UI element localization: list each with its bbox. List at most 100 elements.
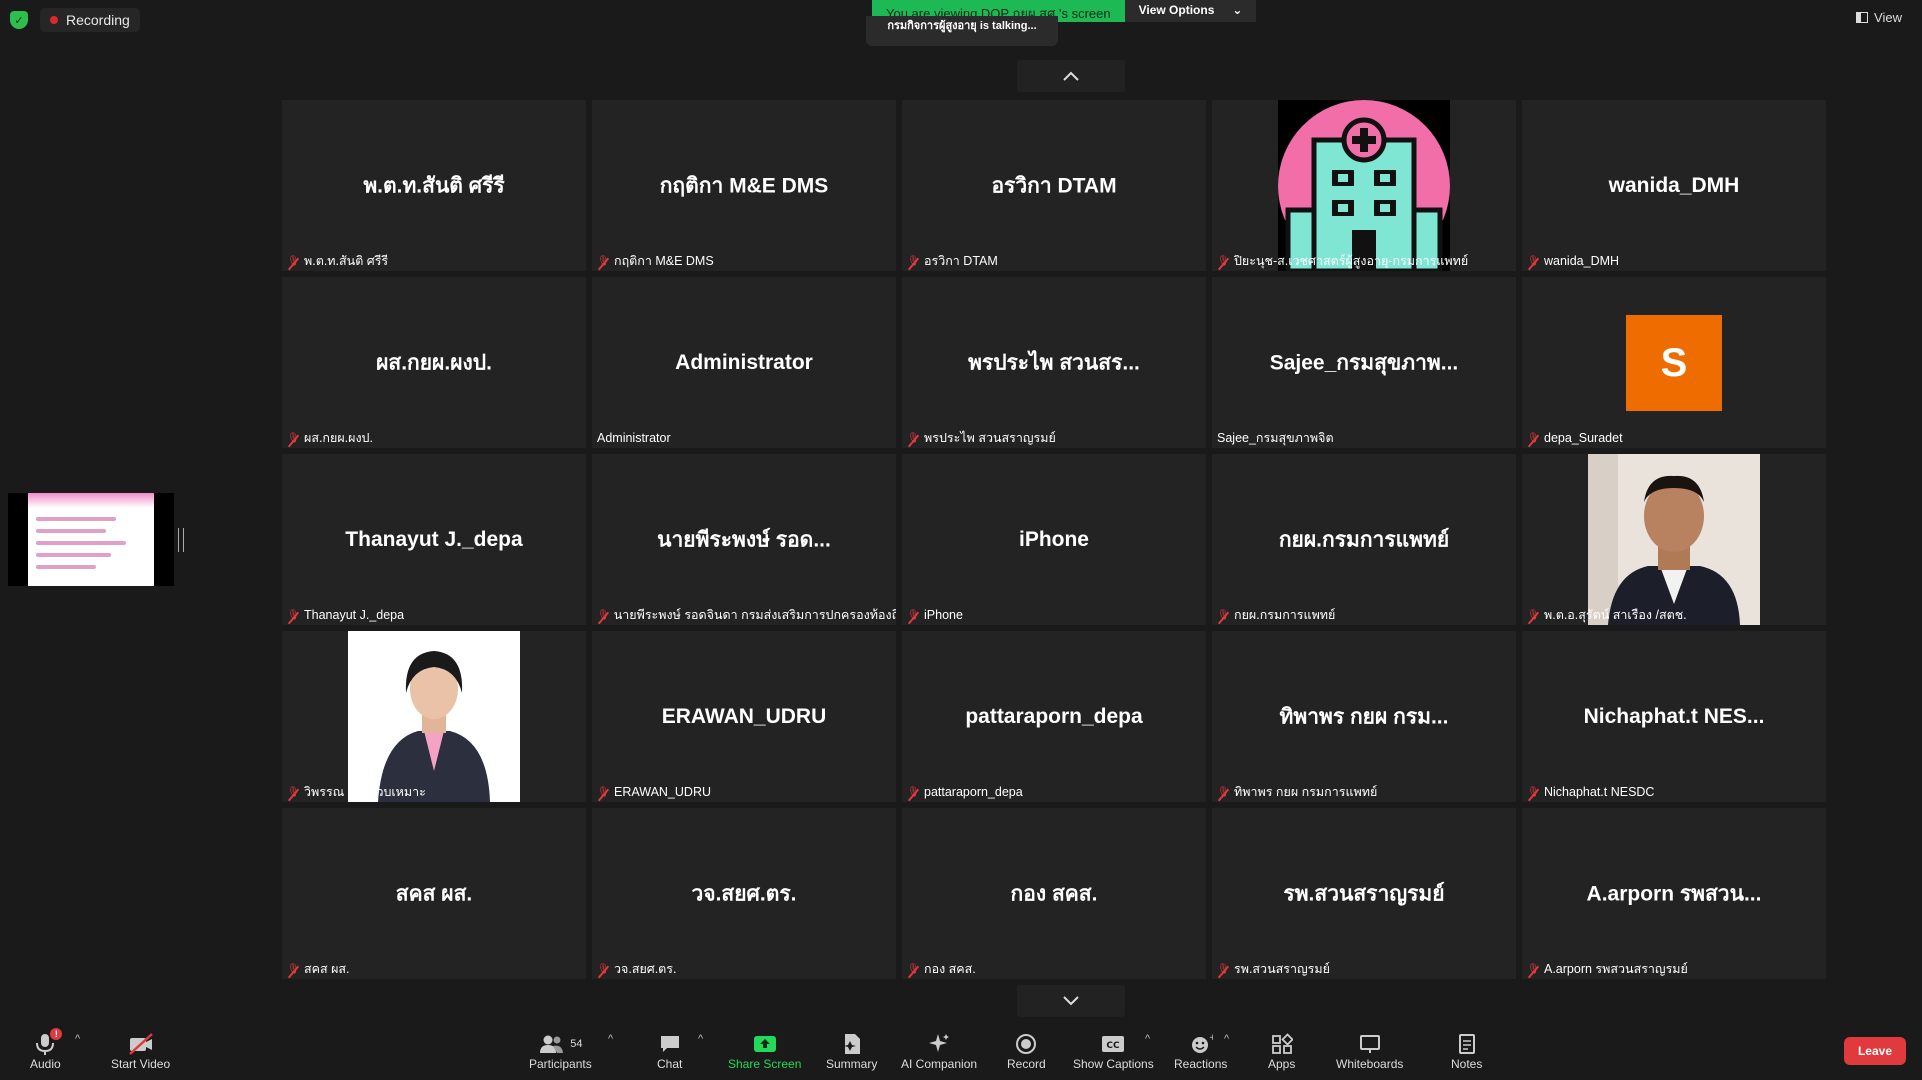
apps-icon xyxy=(1271,1031,1293,1057)
apps-button[interactable]: Apps xyxy=(1268,1031,1295,1071)
view-layout-icon xyxy=(1856,12,1869,23)
muted-microphone-icon: 🎙 xyxy=(1527,609,1540,621)
muted-microphone-icon: 🎙 xyxy=(597,255,610,267)
participant-tile[interactable]: Administrator Administrator xyxy=(592,277,896,448)
participant-tile[interactable]: กยผ.กรมการแพทย์ 🎙 กยผ.กรมการแพทย์ xyxy=(1212,454,1516,625)
participant-tile[interactable]: S 🎙 depa_Suradet xyxy=(1522,277,1826,448)
chevron-up-icon xyxy=(1063,71,1079,81)
participant-name-label: 🎙 Thanayut J._depa xyxy=(287,605,404,625)
participant-name-label: 🎙 wanida_DMH xyxy=(1527,251,1619,271)
participant-tile[interactable]: pattaraporn_depa 🎙 pattaraporn_depa xyxy=(902,631,1206,802)
participant-tile[interactable]: 🎙 พ.ต.อ.สุรัตน์ สาเรือง /สตช. xyxy=(1522,454,1826,625)
reactions-button[interactable]: + Reactions xyxy=(1174,1031,1227,1071)
participant-tile[interactable]: A.arporn รพสวน... 🎙 A.arporn รพสวนสราญรมย์ xyxy=(1522,808,1826,979)
participants-button[interactable]: 54 Participants xyxy=(529,1031,592,1071)
muted-microphone-icon: 🎙 xyxy=(907,963,920,975)
record-label: Record xyxy=(1007,1057,1046,1071)
view-button[interactable]: View xyxy=(1856,10,1902,25)
participants-options-caret[interactable]: ^ xyxy=(608,1033,613,1045)
reactions-options-caret[interactable]: ^ xyxy=(1224,1033,1229,1045)
summary-label: Summary xyxy=(826,1057,878,1071)
participant-tile[interactable]: Nichaphat.t NES... 🎙 Nichaphat.t NESDC xyxy=(1522,631,1826,802)
summary-button[interactable]: Summary xyxy=(826,1031,877,1071)
view-options-button[interactable]: View Options ⌄ xyxy=(1124,0,1257,22)
record-button[interactable]: Record xyxy=(1007,1031,1046,1071)
shared-screen-thumbnail[interactable] xyxy=(8,493,174,586)
participant-label-text: สคส ผส. xyxy=(304,962,350,976)
muted-microphone-icon: 🎙 xyxy=(597,786,610,798)
security-shield-icon[interactable]: ✓ xyxy=(10,11,28,29)
participant-name-label: 🎙 A.arporn รพสวนสราญรมย์ xyxy=(1527,959,1688,979)
participant-label-text: pattaraporn_depa xyxy=(924,785,1023,799)
view-label: View xyxy=(1874,10,1902,25)
participant-display-name: Nichaphat.t NES... xyxy=(1583,704,1765,728)
audio-button[interactable]: ! Audio xyxy=(30,1028,63,1071)
notes-button[interactable]: Notes xyxy=(1451,1031,1482,1071)
chat-icon xyxy=(659,1031,681,1057)
shared-slide-preview xyxy=(28,493,154,586)
participant-tile[interactable]: Sajee_กรมสุขภาพ... Sajee_กรมสุขภาพจิต xyxy=(1212,277,1516,448)
participant-tile[interactable]: wanida_DMH 🎙 wanida_DMH xyxy=(1522,100,1826,271)
participant-tile[interactable]: ERAWAN_UDRU 🎙 ERAWAN_UDRU xyxy=(592,631,896,802)
participant-tile[interactable]: กฤติกา M&E DMS 🎙 กฤติกา M&E DMS xyxy=(592,100,896,271)
view-options-label: View Options xyxy=(1138,3,1215,17)
audio-alert-badge: ! xyxy=(50,1028,63,1040)
participant-display-name: นายพีระพงษ์ รอด... xyxy=(657,528,831,551)
leave-button[interactable]: Leave xyxy=(1843,1037,1906,1065)
recording-indicator[interactable]: Recording xyxy=(40,8,140,32)
muted-microphone-icon: 🎙 xyxy=(597,963,610,975)
participant-tile[interactable]: ผส.กยผ.ผงป. 🎙 ผส.กยผ.ผงป. xyxy=(282,277,586,448)
participant-name-label: 🎙 ปิยะนุช-ส.เวชศาสตร์ผู้สูงอายุ-กรมการแพท… xyxy=(1217,251,1468,271)
talking-indicator: กรมกิจการผู้สูงอายุ is talking... xyxy=(866,16,1058,46)
start-video-label: Start Video xyxy=(111,1057,171,1071)
participant-display-name: พรประไพ สวนสร... xyxy=(968,351,1140,374)
participant-tile[interactable]: สคส ผส. 🎙 สคส ผส. xyxy=(282,808,586,979)
participant-label-text: กยผ.กรมการแพทย์ xyxy=(1234,608,1336,622)
whiteboards-button[interactable]: Whiteboards xyxy=(1336,1031,1403,1071)
participant-tile[interactable]: นายพีระพงษ์ รอด... 🎙 นายพีระพงษ์ รอดจินดา … xyxy=(592,454,896,625)
participant-tile[interactable]: 🎙 ปิยะนุช-ส.เวชศาสตร์ผู้สูงอายุ-กรมการแพท… xyxy=(1212,100,1516,271)
participant-label-text: รพ.สวนสราญรมย์ xyxy=(1234,962,1330,976)
show-captions-button[interactable]: CC Show Captions xyxy=(1073,1031,1154,1071)
participant-tile[interactable]: พรประไพ สวนสร... 🎙 พรประไพ สวนสราญรมย์ xyxy=(902,277,1206,448)
chat-options-caret[interactable]: ^ xyxy=(698,1033,703,1045)
participant-tile[interactable]: วจ.สยศ.ตร. 🎙 วจ.สยศ.ตร. xyxy=(592,808,896,979)
participant-display-name: iPhone xyxy=(1018,527,1089,551)
scroll-down-button[interactable] xyxy=(1017,985,1125,1017)
participant-name-label: 🎙 pattaraporn_depa xyxy=(907,782,1023,802)
start-video-button[interactable]: Start Video xyxy=(111,1031,170,1071)
participant-label-text: พ.ต.อ.สุรัตน์ สาเรือง /สตช. xyxy=(1544,608,1687,622)
participant-name-label: 🎙 กฤติกา M&E DMS xyxy=(597,251,714,271)
show-captions-label: Show Captions xyxy=(1073,1057,1154,1071)
top-left-status: ✓ Recording xyxy=(10,8,140,32)
muted-microphone-icon: 🎙 xyxy=(907,609,920,621)
participant-name-label: 🎙 สคส ผส. xyxy=(287,959,350,979)
captions-options-caret[interactable]: ^ xyxy=(1145,1033,1150,1045)
participant-gallery: พ.ต.ท.สันติ ศรีรี 🎙 พ.ต.ท.สันติ ศรีรี กฤติก… xyxy=(282,100,1826,980)
participant-tile[interactable]: รพ.สวนสราญรมย์ 🎙 รพ.สวนสราญรมย์ xyxy=(1212,808,1516,979)
participant-label-text: ผส.กยผ.ผงป. xyxy=(304,431,373,445)
audio-options-caret[interactable]: ^ xyxy=(75,1033,80,1045)
participant-tile[interactable]: 🎙 วิพรรณ ประจวบเหมาะ xyxy=(282,631,586,802)
participant-tile[interactable]: อรวิกา DTAM 🎙 อรวิกา DTAM xyxy=(902,100,1206,271)
participant-name-label: Sajee_กรมสุขภาพจิต xyxy=(1217,428,1334,448)
participant-tile[interactable]: กอง สคส. 🎙 กอง สคส. xyxy=(902,808,1206,979)
scroll-up-button[interactable] xyxy=(1017,60,1125,92)
participant-display-name: กยผ.กรมการแพทย์ xyxy=(1278,528,1450,551)
participant-display-name: รพ.สวนสราญรมย์ xyxy=(1283,882,1445,905)
ai-sparkle-icon xyxy=(927,1031,951,1057)
participant-tile[interactable]: Thanayut J._depa 🎙 Thanayut J._depa xyxy=(282,454,586,625)
svg-text:CC: CC xyxy=(1107,1041,1121,1051)
muted-microphone-icon: 🎙 xyxy=(597,609,610,621)
participant-tile[interactable]: ทิพาพร กยผ กรม... 🎙 ทิพาพร กยผ กรมการแพทย์ xyxy=(1212,631,1516,802)
ai-companion-button[interactable]: AI Companion xyxy=(901,1031,977,1071)
participant-tile[interactable]: พ.ต.ท.สันติ ศรีรี 🎙 พ.ต.ท.สันติ ศรีรี xyxy=(282,100,586,271)
participant-label-text: Administrator xyxy=(597,431,671,445)
share-screen-button[interactable]: Share Screen xyxy=(728,1031,801,1071)
ai-companion-label: AI Companion xyxy=(901,1057,978,1071)
participant-label-text: วิพรรณ ประจวบเหมาะ xyxy=(304,785,426,799)
participant-tile[interactable]: iPhone 🎙 iPhone xyxy=(902,454,1206,625)
thumbnail-resize-handle[interactable] xyxy=(178,528,184,552)
chat-button[interactable]: Chat xyxy=(657,1031,682,1071)
participant-name-label: 🎙 กอง สคส. xyxy=(907,959,976,979)
